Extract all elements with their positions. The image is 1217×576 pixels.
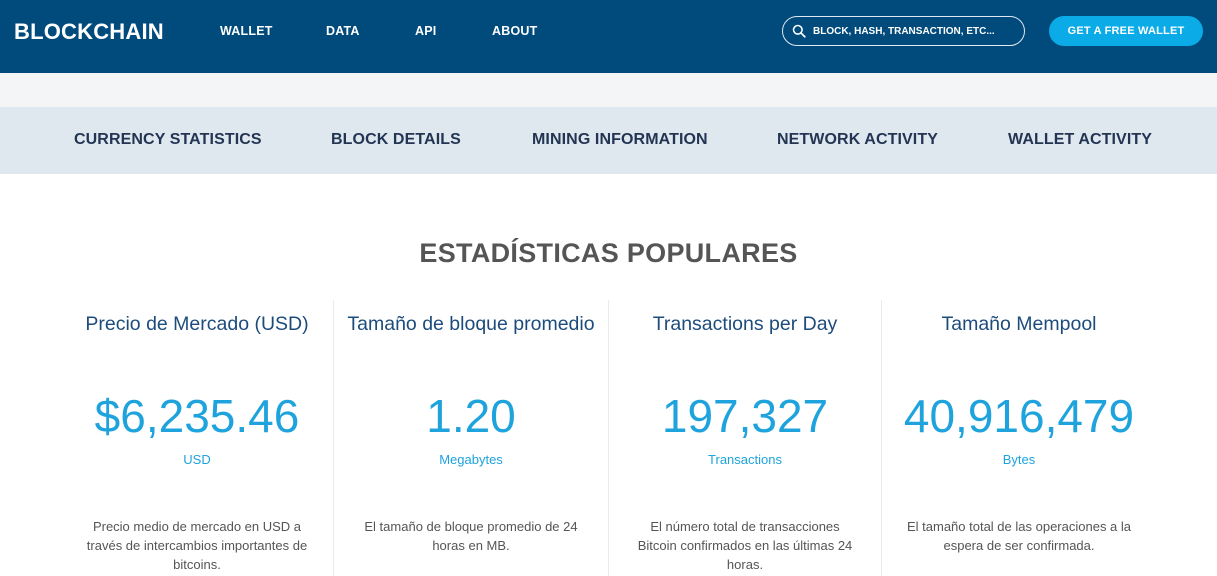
header-spacer-strip [0,73,1217,107]
subnav-network-activity[interactable]: NETWORK ACTIVITY [777,131,938,149]
stat-unit: USD [183,452,211,467]
search-icon [792,24,806,38]
stat-description: El número total de transacciones Bitcoin… [637,519,853,572]
stat-value: 40,916,479 [903,390,1135,442]
nav-about-link[interactable]: ABOUT [492,24,537,38]
stat-title[interactable]: Transactions per Day [608,310,882,338]
stat-card-block-size: Tamaño de bloque promedio 1.20 Megabytes… [334,310,608,555]
stat-title[interactable]: Tamaño Mempool [882,310,1156,338]
stat-value: $6,235.46 [94,390,300,442]
stat-value: 197,327 [661,390,829,442]
nav-data-link[interactable]: DATA [326,24,360,38]
stat-unit: Bytes [1002,452,1036,467]
nav-api-link[interactable]: API [415,24,436,38]
stat-card-market-price: Precio de Mercado (USD) $6,235.46 USD Pr… [60,310,334,574]
stat-card-mempool: Tamaño Mempool 40,916,479 Bytes El tamañ… [882,310,1156,555]
stat-card-transactions: Transactions per Day 197,327 Transaction… [608,310,882,574]
stat-unit: Transactions [708,452,782,467]
blockchain-logo[interactable]: BLOCKCHAIN [14,19,164,45]
subnav-wallet-activity[interactable]: WALLET ACTIVITY [1008,131,1152,149]
stat-description: El tamaño de bloque promedio de 24 horas… [364,519,578,553]
stat-unit: Megabytes [439,452,503,467]
stat-value: 1.20 [426,390,516,442]
top-navbar: BLOCKCHAIN WALLET DATA API ABOUT GET A F… [0,0,1217,73]
stats-subnav: CURRENCY STATISTICS BLOCK DETAILS MINING… [0,107,1217,174]
get-free-wallet-button[interactable]: GET A FREE WALLET [1049,16,1203,46]
stat-description: El tamaño total de las operaciones a la … [906,519,1132,553]
nav-wallet-link[interactable]: WALLET [220,24,273,38]
subnav-currency-statistics[interactable]: CURRENCY STATISTICS [74,131,262,149]
stat-description: Precio medio de mercado en USD a través … [86,519,308,572]
search-box[interactable] [782,16,1025,46]
search-input[interactable] [813,23,1013,39]
subnav-block-details[interactable]: BLOCK DETAILS [331,131,461,149]
section-title: ESTADÍSTICAS POPULARES [419,238,798,268]
stat-title[interactable]: Tamaño de bloque promedio [334,310,608,338]
subnav-mining-information[interactable]: MINING INFORMATION [532,131,708,149]
stat-title[interactable]: Precio de Mercado (USD) [60,310,334,338]
